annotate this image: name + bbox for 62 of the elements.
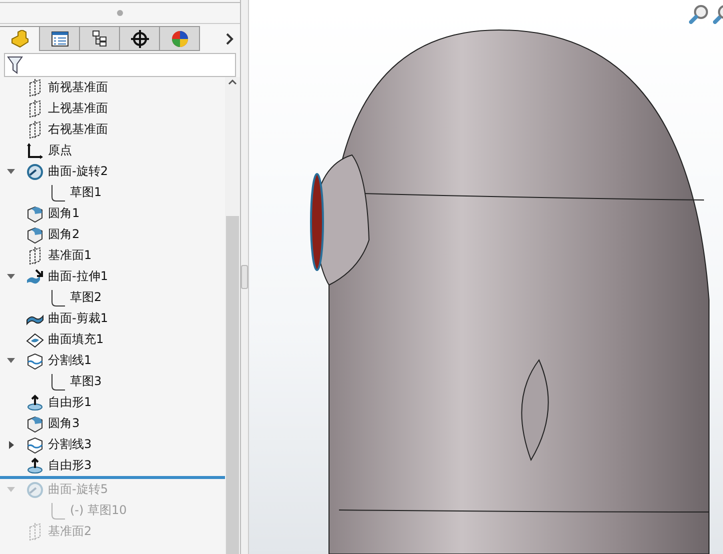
color-ball-icon (170, 30, 188, 48)
feature-label[interactable]: 曲面填充1 (48, 331, 104, 348)
feature-label[interactable]: 基准面1 (48, 247, 92, 264)
split-line-cube-icon (26, 352, 44, 370)
rounded-cube-icon (26, 204, 44, 222)
plane-icon (29, 246, 41, 264)
sketch-label[interactable]: 草图2 (70, 289, 102, 306)
sketch-label[interactable]: 草图3 (70, 373, 102, 390)
zoom-icon[interactable] (689, 4, 709, 24)
plane-icon (29, 522, 41, 540)
plane-icon (29, 100, 41, 118)
revolve-icon (26, 162, 44, 180)
feature-label[interactable]: 分割线3 (48, 436, 92, 453)
feature-label[interactable]: 右视基准面 (48, 121, 108, 138)
hierarchy-icon (92, 30, 108, 48)
scrollbar-thumb[interactable] (226, 216, 239, 554)
surface-fill-icon (26, 330, 44, 348)
panel-tab[interactable] (40, 26, 80, 51)
feature-label[interactable]: 上视基准面 (48, 100, 108, 117)
feature-label[interactable]: 曲面-剪裁1 (48, 310, 108, 327)
feature-label[interactable]: 圆角3 (48, 415, 80, 432)
sketch-icon (50, 288, 66, 306)
splitter-handle[interactable] (241, 265, 248, 289)
origin-axes-icon (26, 142, 44, 160)
revolve-icon (26, 480, 44, 498)
parts-icon (10, 30, 30, 48)
scrollbar[interactable] (225, 77, 240, 554)
chevron-right-icon (226, 32, 234, 44)
zoom-icon[interactable] (713, 4, 723, 24)
split-line-cube-icon (26, 436, 44, 454)
expanded-arrow-icon[interactable] (7, 169, 15, 174)
expanded-arrow-icon[interactable] (7, 274, 15, 279)
expanded-arrow-icon[interactable] (7, 358, 15, 363)
feature-label[interactable]: 原点 (48, 142, 72, 159)
panel-grip-handle[interactable] (117, 10, 123, 16)
panel-tab[interactable] (80, 26, 120, 51)
sketch-label[interactable]: 草图1 (70, 184, 102, 201)
plane-icon (29, 78, 41, 96)
sketch-icon (50, 372, 66, 390)
freeform-icon (27, 394, 43, 412)
feature-label[interactable]: 自由形1 (48, 394, 92, 411)
panel-tab[interactable] (120, 26, 160, 51)
sketch-icon (50, 184, 66, 202)
feature-label[interactable]: 分割线1 (48, 352, 92, 369)
rounded-cube-icon (26, 226, 44, 244)
feature-label[interactable]: 曲面-旋转2 (48, 163, 108, 180)
collapsed-arrow-icon[interactable] (8, 440, 14, 448)
feature-label[interactable]: 自由形3 (48, 457, 92, 474)
sketch-icon (50, 502, 66, 520)
feature-label[interactable]: 圆角2 (48, 226, 80, 243)
filter-field[interactable] (4, 53, 236, 77)
surface-extrude-icon (26, 268, 44, 286)
funnel-icon (7, 56, 23, 74)
list-icon (50, 30, 68, 46)
scroll-up-icon (228, 79, 237, 85)
freeform-icon (27, 456, 43, 474)
rounded-cube-icon (26, 414, 44, 432)
crosshair-icon (130, 30, 148, 48)
feature-label[interactable]: 前视基准面 (48, 79, 108, 96)
feature-label[interactable]: 曲面-拉伸1 (48, 268, 108, 285)
plane-icon (29, 120, 41, 138)
feature-label[interactable]: 圆角1 (48, 205, 80, 222)
